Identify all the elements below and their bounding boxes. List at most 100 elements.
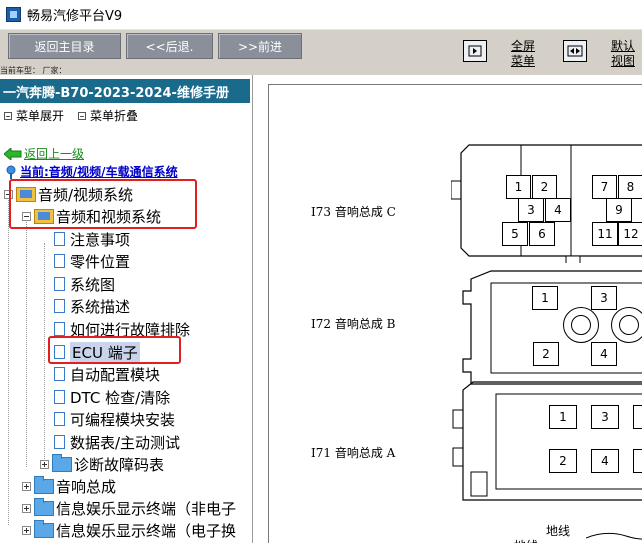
tree-item-label: 零件位置 — [70, 252, 131, 271]
expand-toggle-icon[interactable] — [22, 481, 31, 491]
pin-b-3: 3 — [591, 286, 617, 310]
document-icon — [54, 254, 65, 268]
tree-item-label: 注意事项 — [70, 230, 131, 249]
app-icon — [6, 7, 21, 22]
tree-item-label: 可编程模块安装 — [70, 410, 176, 429]
pin-c-12: 12 — [618, 222, 642, 246]
back-arrow-icon — [4, 147, 22, 160]
connector-a-label: I71 音响总成 A — [311, 446, 396, 460]
expand-toggle-icon[interactable] — [22, 503, 31, 513]
collapse-menu-button[interactable]: 菜单折叠 — [78, 107, 138, 124]
back-button[interactable]: <<后退. — [126, 33, 213, 59]
pin-a-3: 3 — [591, 405, 619, 429]
connector-a-housing — [452, 381, 642, 501]
document-icon — [54, 299, 65, 313]
pin-a-2: 2 — [549, 449, 577, 473]
pin-c-2: 2 — [532, 175, 557, 199]
document-icon — [54, 367, 65, 381]
highlight-box — [9, 179, 197, 229]
pin-c-6: 6 — [529, 222, 555, 246]
pin-c-5: 5 — [502, 222, 528, 246]
location-icon — [6, 165, 16, 179]
collapse-icon — [78, 111, 86, 120]
tree-item-label: 系统图 — [70, 275, 116, 294]
document-icon — [54, 390, 65, 404]
fullscreen-menu-link[interactable]: 全屏 菜单 — [503, 39, 543, 69]
fullscreen-menu-line1: 全屏 — [510, 39, 535, 53]
tree-item-system-diagram[interactable]: 系统图 — [54, 273, 115, 295]
toolbar: 返回主目录 <<后退. >>前进 全屏 菜单 默认 视图 当前车型： 厂家： — [0, 30, 642, 75]
tree-item-label: 诊断故障码表 — [74, 455, 165, 474]
document-icon — [54, 435, 65, 449]
current-path[interactable]: 当前:音频/视频/车载通信系统 — [4, 163, 178, 180]
folder-icon — [34, 475, 54, 494]
content-panel: I73 音响总成 C 1 2 3 4 5 6 7 8 9 11 12 I72 音… — [256, 75, 642, 543]
pin-c-7: 7 — [592, 175, 617, 199]
tree-item-data-list[interactable]: 数据表/主动测试 — [54, 431, 180, 453]
tree-item-audio-assembly[interactable]: 音响总成 — [22, 475, 116, 497]
document-icon — [54, 232, 65, 246]
current-path-label: 当前:音频/视频/车载通信系统 — [20, 165, 178, 179]
pin-b-1: 1 — [532, 286, 558, 310]
tree-item-label: 系统描述 — [70, 297, 131, 316]
highlight-box — [48, 336, 181, 364]
expand-toggle-icon[interactable] — [40, 459, 49, 469]
pin-c-9: 9 — [606, 198, 632, 222]
tree-item-parts-location[interactable]: 零件位置 — [54, 250, 130, 272]
fullscreen-menu-line2: 菜单 — [510, 54, 535, 68]
tree-line — [26, 222, 27, 467]
connector-b-label: I72 音响总成 B — [311, 317, 396, 331]
back-link[interactable]: 返回上一级 — [4, 145, 84, 162]
tree-item-precautions[interactable]: 注意事项 — [54, 228, 130, 250]
folder-icon — [34, 497, 54, 516]
pin-c-1: 1 — [506, 175, 531, 199]
default-view-line1: 默认 — [610, 39, 635, 53]
left-panel: 一汽奔腾-B70-2023-2024-维修手册 菜单展开 菜单折叠 返回上一级 … — [0, 75, 253, 543]
tree-item-label: 数据表/主动测试 — [70, 433, 181, 452]
tree-item-auto-config[interactable]: 自动配置模块 — [54, 363, 160, 385]
manual-title: 一汽奔腾-B70-2023-2024-维修手册 — [0, 79, 250, 103]
default-view-icon[interactable] — [563, 40, 587, 62]
pin-a-partial — [633, 449, 642, 473]
document-icon — [54, 277, 65, 291]
expand-toggle-icon[interactable] — [22, 525, 31, 535]
back-to-main-button[interactable]: 返回主目录 — [8, 33, 121, 59]
ground-label-2: 地线 — [514, 537, 538, 543]
tree-item-infotainment-non-electronic[interactable]: 信息娱乐显示终端（非电子 — [22, 497, 236, 519]
expand-menu-label: 菜单展开 — [16, 109, 65, 123]
tree-item-system-description[interactable]: 系统描述 — [54, 295, 130, 317]
coax-pin-inner — [619, 315, 639, 335]
ground-label: 地线 — [546, 524, 571, 538]
connector-c-label: I73 音响总成 C — [311, 205, 396, 219]
tree-item-dtc-check[interactable]: DTC 检查/清除 — [54, 386, 170, 408]
title-bar: 畅易汽修平台V9 — [0, 0, 642, 30]
collapse-menu-label: 菜单折叠 — [90, 109, 139, 123]
expand-menu-button[interactable]: 菜单展开 — [4, 107, 64, 124]
pin-c-4: 4 — [545, 198, 571, 222]
pin-c-11: 11 — [592, 222, 618, 246]
window-title: 畅易汽修平台V9 — [27, 9, 123, 24]
coax-pin-inner — [571, 315, 591, 335]
document-icon — [54, 322, 65, 336]
ground-wire — [586, 532, 642, 540]
tree-item-dtc-table[interactable]: 诊断故障码表 — [40, 453, 164, 475]
tree-item-label: 音响总成 — [56, 477, 117, 496]
default-view-link[interactable]: 默认 视图 — [603, 39, 642, 69]
pin-c-3: 3 — [518, 198, 544, 222]
folder-icon — [52, 453, 72, 472]
tree-item-module-install[interactable]: 可编程模块安装 — [54, 408, 175, 430]
fullscreen-menu-icon[interactable] — [463, 40, 487, 62]
tree-item-label: 信息娱乐显示终端（电子换 — [56, 521, 237, 540]
tree-item-label: 自动配置模块 — [70, 365, 161, 384]
tree-line — [8, 200, 9, 525]
tree-item-label: DTC 检查/清除 — [70, 388, 171, 407]
back-link-label: 返回上一级 — [24, 147, 85, 161]
tree-line — [44, 243, 45, 467]
folder-icon — [34, 519, 54, 538]
forward-button[interactable]: >>前进 — [218, 33, 302, 59]
pin-a-partial — [633, 405, 642, 429]
pin-a-1: 1 — [549, 405, 577, 429]
tree-item-infotainment-electronic[interactable]: 信息娱乐显示终端（电子换 — [22, 519, 236, 541]
default-view-line2: 视图 — [610, 54, 635, 68]
pin-b-2: 2 — [533, 342, 559, 366]
